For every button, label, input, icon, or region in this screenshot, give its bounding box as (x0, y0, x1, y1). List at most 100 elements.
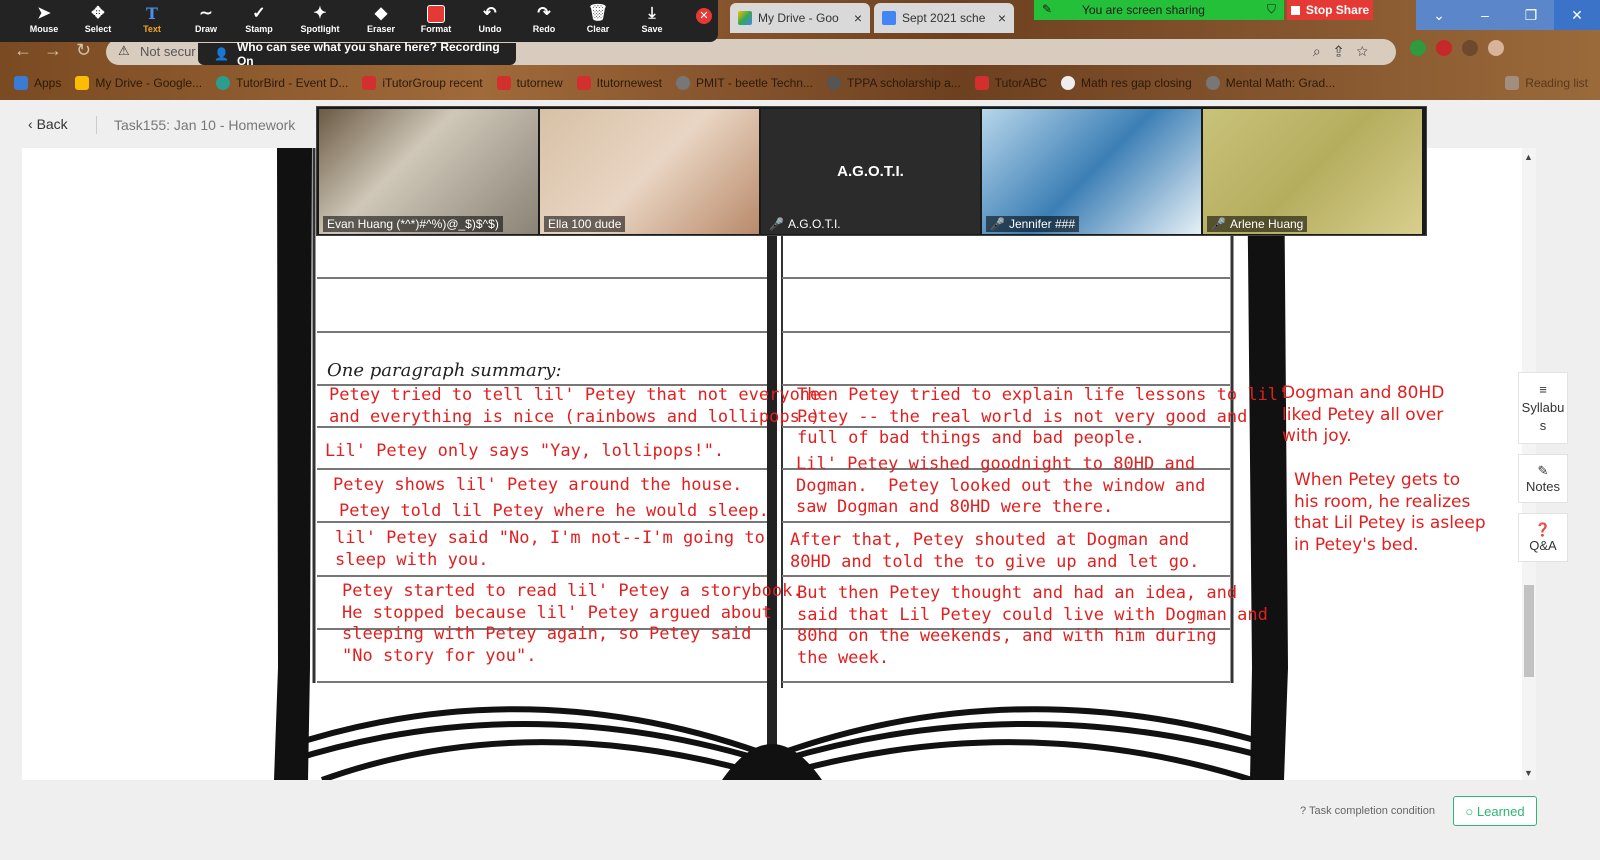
tab-sept-schedule[interactable]: Sept 2021 sche × (874, 3, 1014, 33)
pencil-icon: ✎ (1537, 463, 1549, 478)
side-button-label: Syllabu s (1521, 400, 1565, 433)
scroll-up-icon[interactable]: ▲ (1524, 152, 1533, 162)
muted-mic-icon: 🎤 (1211, 217, 1226, 231)
check-icon: ✓ (252, 5, 266, 22)
participant-name: Evan Huang (*^*)#^%)@_$)$^$) (323, 216, 503, 232)
extension-green-icon[interactable] (1410, 40, 1426, 56)
annotation-text[interactable]: After that, Petey shouted at Dogman and … (790, 530, 1199, 573)
annotation-text[interactable]: Petey tried to tell lil' Petey that not … (329, 385, 820, 428)
puzzle-icon[interactable] (1462, 40, 1478, 56)
tool-text[interactable]: T Text (124, 4, 180, 34)
tool-clear[interactable]: 🗑 Clear (570, 4, 626, 34)
participant-name: Ella 100 dude (544, 216, 626, 232)
bookmark-label: Apps (34, 76, 62, 90)
annotation-text[interactable]: But then Petey thought and had an idea, … (797, 583, 1268, 669)
tool-label: Format (420, 24, 452, 34)
video-tile[interactable]: Evan Huang (*^*)#^%)@_$)$^$) (319, 109, 538, 234)
annotation-text[interactable]: Lil' Petey wished goodnight to 80HD and … (796, 454, 1205, 519)
bookmark-item[interactable]: tutornew (496, 76, 563, 90)
tool-redo[interactable]: ↷ Redo (516, 4, 572, 34)
itutor-icon (576, 76, 591, 90)
bookmark-item[interactable]: Itutornewest (576, 76, 662, 90)
side-button-label: Notes (1526, 479, 1560, 494)
warning-icon: ⚠ (118, 43, 130, 58)
syllabus-button[interactable]: ≡ Syllabu s (1518, 372, 1568, 444)
bookmark-item[interactable]: Math res gap closing (1061, 76, 1192, 90)
reading-list[interactable]: Reading list (1505, 76, 1588, 90)
apps-grid-icon (14, 76, 28, 90)
tool-draw[interactable]: ∼ Draw (178, 4, 234, 34)
tool-label: Spotlight (300, 24, 340, 34)
globe-icon (1205, 76, 1220, 90)
bookmarks-bar: Apps My Drive - Google... TutorBird - Ev… (0, 70, 1600, 96)
omnibox-icons: ⌕⇪☆ (1312, 43, 1382, 59)
scroll-down-icon[interactable]: ▼ (1524, 768, 1533, 778)
bookmark-item[interactable]: Mental Math: Grad... (1205, 76, 1335, 90)
toolbar-close-icon[interactable]: ✕ (696, 8, 712, 24)
task-condition[interactable]: ? Task completion condition (1300, 805, 1435, 817)
trash-icon: 🗑 (587, 5, 609, 22)
annotation-text[interactable]: Lil' Petey only says "Yay, lollipops!". (325, 441, 724, 463)
qa-button[interactable]: ❓ Q&A (1518, 513, 1568, 562)
annotation-text[interactable]: When Petey gets to his room, he realizes… (1294, 470, 1486, 556)
video-tile[interactable]: Ella 100 dude (540, 109, 759, 234)
bottom-bar (0, 780, 1600, 860)
annotation-text[interactable]: Petey shows lil' Petey around the house. (333, 475, 742, 497)
tool-label: Mouse (29, 24, 59, 34)
video-tile[interactable]: 🎤 Jennifer ### (982, 109, 1201, 234)
annotation-text[interactable]: Petey started to read lil' Petey a story… (342, 581, 803, 667)
annotation-text[interactable]: lil' Petey said "No, I'm not--I'm going … (335, 528, 765, 571)
bookmark-item[interactable]: My Drive - Google... (75, 76, 202, 90)
participant-label: 🎤 Arlene Huang (1207, 216, 1308, 232)
notes-button[interactable]: ✎ Notes (1518, 454, 1568, 503)
bookmark-item[interactable]: TutorABC (974, 76, 1048, 90)
docs-icon (882, 11, 896, 25)
back-button[interactable]: ‹ Back (28, 116, 68, 132)
annotation-text[interactable]: Petey told lil Petey where he would slee… (339, 501, 769, 523)
bookmark-label: iTutorGroup recent (382, 76, 483, 90)
tool-select[interactable]: ✥ Select (70, 4, 126, 34)
tool-label: Clear (586, 24, 610, 34)
text-icon: T (146, 4, 158, 23)
tool-save[interactable]: ⤓ Save (624, 4, 680, 34)
ublock-icon[interactable] (1436, 40, 1452, 56)
tool-format[interactable]: Format (408, 4, 464, 34)
annotation-text[interactable]: Dogman and 80HD liked Petey all over wit… (1282, 383, 1444, 448)
participant-name: A.G.O.T.I. (787, 217, 841, 231)
close-icon[interactable]: × (998, 10, 1006, 26)
bookmark-label: TutorABC (994, 76, 1048, 90)
tool-label: Draw (194, 24, 217, 34)
close-icon[interactable]: × (854, 10, 862, 26)
recording-notice[interactable]: 👤 Who can see what you share here? Recor… (198, 40, 516, 68)
learned-button[interactable]: ○ Learned (1453, 796, 1537, 826)
stop-share-button[interactable]: Stop Share (1287, 0, 1373, 20)
tab-my-drive[interactable]: My Drive - Goo × (730, 3, 870, 33)
tool-spotlight[interactable]: ✦ Spotlight (292, 4, 348, 34)
stop-icon (1290, 5, 1300, 15)
video-tile[interactable]: A.G.O.T.I. 🎤 A.G.O.T.I. (761, 109, 980, 234)
divider (96, 116, 97, 134)
book-illustration (274, 148, 1288, 780)
tool-eraser[interactable]: ◆ Eraser (353, 4, 409, 34)
tool-mouse[interactable]: ➤ Mouse (16, 4, 72, 34)
scrollbar-thumb[interactable] (1524, 585, 1534, 677)
tool-stamp[interactable]: ✓ Stamp (231, 4, 287, 34)
window-close-icon[interactable]: ✕ (1554, 0, 1600, 30)
restore-icon[interactable]: ❐ (1508, 0, 1554, 30)
format-swatch-icon (408, 4, 464, 24)
muted-mic-icon: 🎤 (769, 217, 784, 231)
bookmark-label: PMIT - beetle Techn... (696, 76, 813, 90)
circle-icon: ○ (1465, 803, 1477, 819)
avatar[interactable] (1488, 40, 1504, 56)
minimize-icon[interactable]: – (1462, 0, 1508, 30)
bookmark-item[interactable]: TutorBird - Event D... (216, 76, 348, 90)
bookmark-item[interactable]: PMIT - beetle Techn... (676, 76, 813, 90)
bookmark-item[interactable]: iTutorGroup recent (362, 76, 483, 90)
tool-undo[interactable]: ↶ Undo (462, 4, 518, 34)
tab-search-icon[interactable]: ⌄ (1416, 0, 1462, 30)
video-tile[interactable]: 🎤 Arlene Huang (1203, 109, 1422, 234)
bookmark-apps[interactable]: Apps (14, 76, 61, 90)
annotation-text[interactable]: Then Petey tried to explain life lessons… (797, 385, 1288, 450)
tab-label: Sept 2021 sche (902, 11, 986, 25)
bookmark-item[interactable]: TPPA scholarship a... (826, 76, 961, 90)
